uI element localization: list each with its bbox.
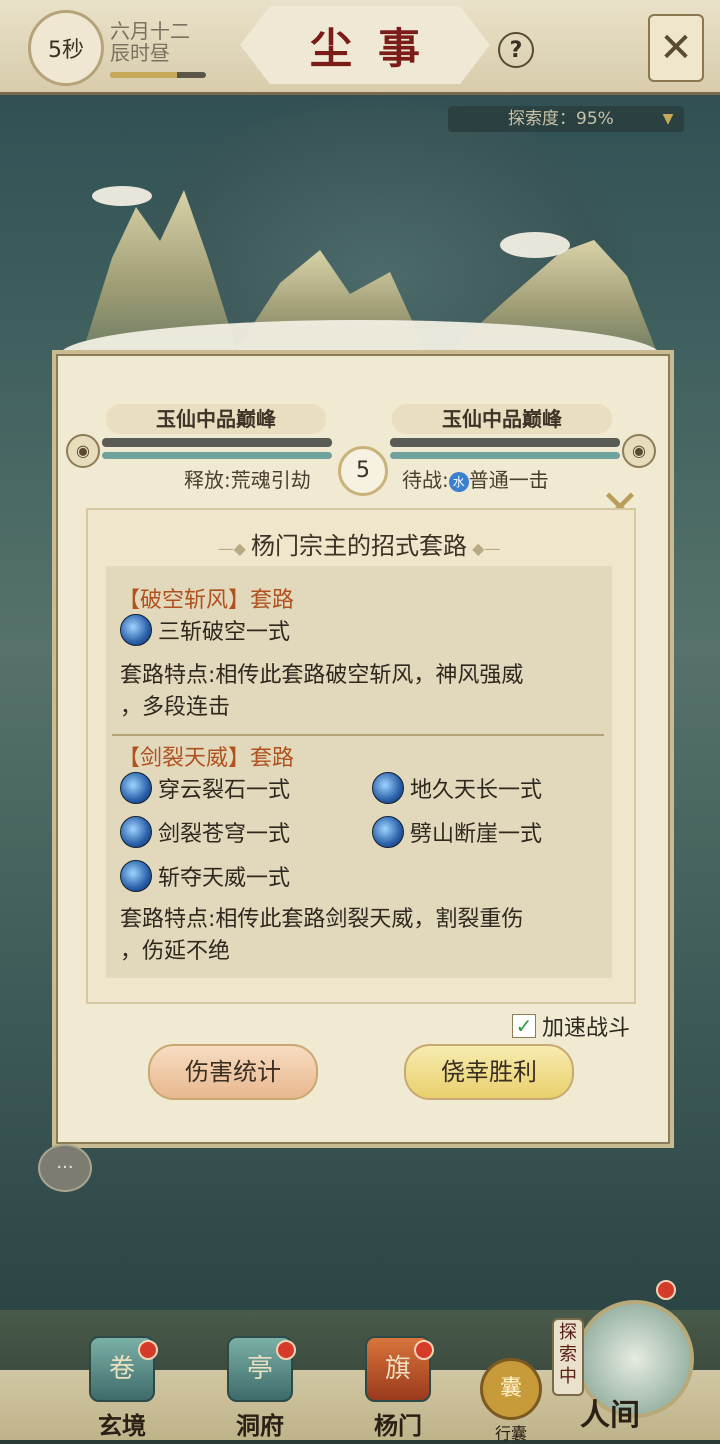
- notification-dot: [656, 1280, 676, 1300]
- move-label: 三斩破空一式: [158, 620, 291, 645]
- cloud: [500, 232, 570, 258]
- skill-icon: [120, 614, 152, 646]
- notification-dot: [276, 1340, 296, 1360]
- speed-battle-toggle[interactable]: ✓ 加速战斗: [512, 1010, 630, 1042]
- nav-label: 杨门: [374, 1411, 422, 1440]
- nav-label: 玄境: [98, 1411, 146, 1440]
- desc-line: 套路特点:相传此套路剑裂天威，割裂重伤: [120, 907, 524, 932]
- left-hp-bar: [102, 438, 332, 447]
- date-progress-bar: [110, 72, 206, 78]
- right-action: 待战: 水普通一击: [402, 464, 549, 493]
- title-ornament-right: ◆—: [467, 539, 501, 558]
- timer-badge: 5秒: [28, 10, 104, 86]
- move-label: 穿云裂石一式: [158, 778, 291, 803]
- round-counter: 5: [338, 446, 388, 496]
- right-action-skill: 普通一击: [468, 468, 549, 492]
- date-line-2: 辰时昼: [110, 41, 170, 65]
- right-fighter-icon[interactable]: ◉: [622, 434, 656, 468]
- skill-icon: [372, 816, 404, 848]
- chat-icon[interactable]: ···: [38, 1144, 92, 1192]
- move-item[interactable]: 劈山断崖一式: [372, 816, 542, 848]
- explore-degree: 探索度：95%: [448, 106, 684, 132]
- skill-icon: [120, 772, 152, 804]
- skill-icon: [120, 860, 152, 892]
- lucky-win-button[interactable]: 侥幸胜利: [404, 1044, 574, 1100]
- right-fighter-name: 玉仙中品巅峰: [392, 404, 612, 434]
- section-desc: 套路特点:相传此套路剑裂天威，割裂重伤 ，伤延不绝: [120, 904, 602, 968]
- skill-icon: [120, 816, 152, 848]
- section-head: 【破空斩风】套路: [118, 588, 295, 613]
- bag-button[interactable]: 囊 行囊: [480, 1358, 542, 1443]
- card-title-text: 杨门宗主的招式套路: [251, 532, 467, 560]
- close-icon[interactable]: ✕: [648, 14, 704, 82]
- card-title: —◆ 杨门宗主的招式套路 ◆—: [86, 526, 632, 561]
- section-head: 【剑裂天威】套路: [118, 746, 295, 771]
- water-element-icon: 水: [448, 471, 469, 492]
- move-label: 剑裂苍穹一式: [158, 822, 291, 847]
- right-action-prefix: 待战:: [402, 468, 449, 492]
- exploring-tag: 探索中: [552, 1318, 584, 1396]
- section-divider: [112, 734, 604, 736]
- move-item[interactable]: 穿云裂石一式: [120, 772, 290, 804]
- desc-line: 套路特点:相传此套路破空斩风，神风强威: [120, 663, 524, 688]
- right-mp-bar: [390, 452, 620, 459]
- nav-label: 洞府: [236, 1411, 284, 1440]
- left-mp-bar: [102, 452, 332, 459]
- bag-label: 行囊: [494, 1424, 527, 1443]
- move-item[interactable]: 地久天长一式: [372, 772, 542, 804]
- left-action: 释放:荒魂引劫: [184, 468, 311, 492]
- page-title: 尘事: [309, 23, 446, 73]
- skill-icon: [372, 772, 404, 804]
- bag-icon: 囊: [480, 1358, 542, 1420]
- left-fighter-name: 玉仙中品巅峰: [106, 404, 326, 434]
- move-label: 斩夺天威一式: [158, 866, 291, 891]
- section-desc: 套路特点:相传此套路破空斩风，神风强威 ，多段连击: [120, 660, 602, 724]
- title-ornament-left: —◆: [217, 539, 251, 558]
- speed-battle-label: 加速战斗: [542, 1016, 631, 1041]
- move-label: 劈山断崖一式: [410, 822, 543, 847]
- cloud: [92, 186, 152, 206]
- world-label[interactable]: 人间: [580, 1390, 640, 1434]
- move-item[interactable]: 剑裂苍穹一式: [120, 816, 290, 848]
- date-progress-fill: [110, 72, 178, 78]
- move-item[interactable]: 三斩破空一式: [120, 614, 290, 646]
- game-date: 六月十二 辰时昼: [110, 20, 190, 64]
- chevron-down-icon[interactable]: ▼: [654, 106, 682, 132]
- checkbox-checked-icon[interactable]: ✓: [512, 1014, 536, 1038]
- move-item[interactable]: 斩夺天威一式: [120, 860, 290, 892]
- notification-dot: [414, 1340, 434, 1360]
- move-label: 地久天长一式: [410, 778, 543, 803]
- desc-line: ，多段连击: [120, 695, 231, 720]
- left-fighter-icon[interactable]: ◉: [66, 434, 100, 468]
- notification-dot: [138, 1340, 158, 1360]
- right-hp-bar: [390, 438, 620, 447]
- desc-line: ，伤延不绝: [120, 939, 231, 964]
- date-line-1: 六月十二: [110, 19, 190, 43]
- help-button[interactable]: ?: [498, 32, 534, 68]
- title-plate: 尘事: [240, 6, 490, 84]
- damage-stats-button[interactable]: 伤害统计: [148, 1044, 318, 1100]
